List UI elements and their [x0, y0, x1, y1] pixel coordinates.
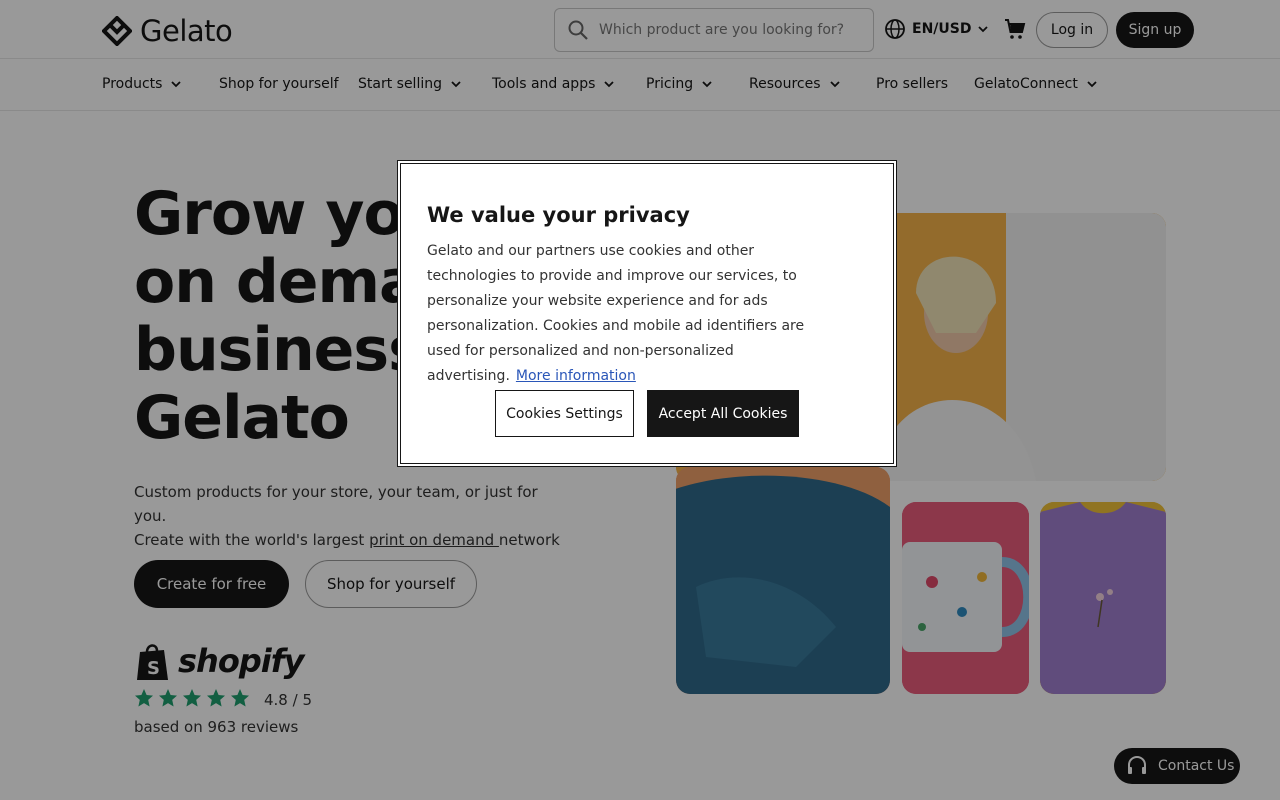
- more-information-link[interactable]: More information: [516, 368, 636, 384]
- cookie-consent-dialog: We value your privacy Gelato and our par…: [397, 160, 897, 467]
- cookies-settings-button[interactable]: Cookies Settings: [495, 390, 634, 437]
- cookie-dialog-body: Gelato and our partners use cookies and …: [427, 239, 837, 389]
- cookie-dialog-text: Gelato and our partners use cookies and …: [427, 243, 805, 384]
- accept-all-cookies-button[interactable]: Accept All Cookies: [647, 390, 799, 437]
- cookie-dialog-title: We value your privacy: [427, 203, 690, 227]
